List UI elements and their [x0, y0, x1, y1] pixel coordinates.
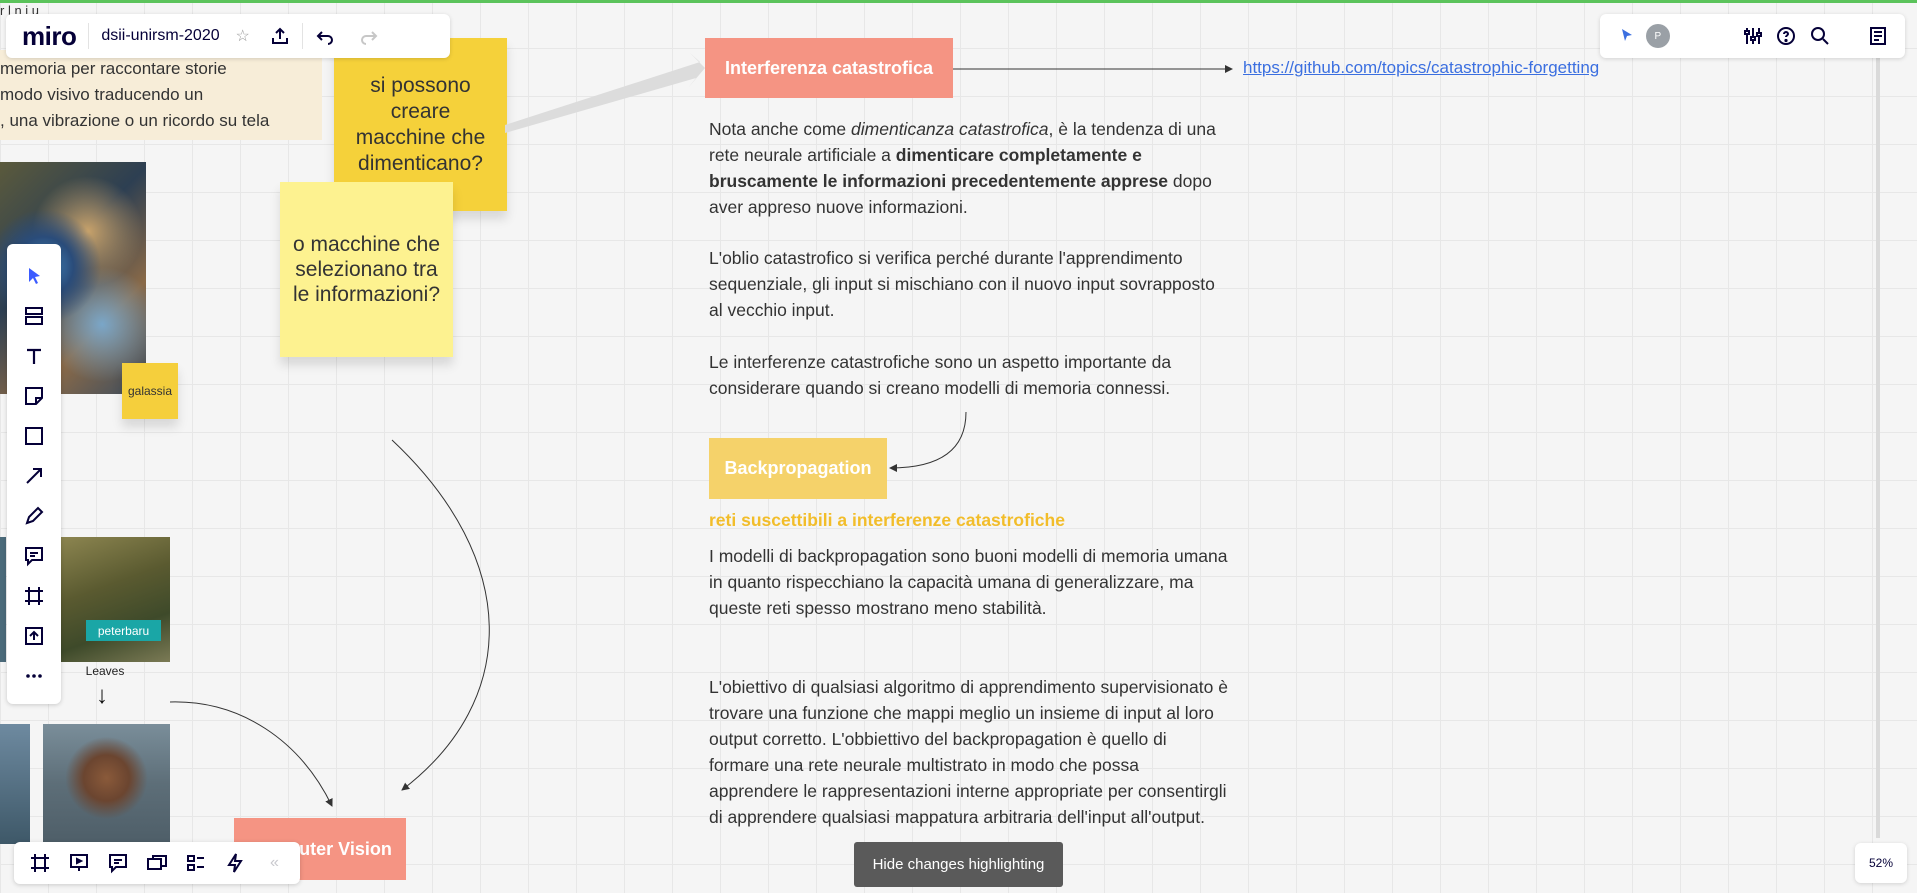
curve-to-cv-2	[169, 701, 333, 807]
text-tool-icon[interactable]	[14, 336, 54, 376]
github-link[interactable]: https://github.com/topics/catastrophic-f…	[1243, 58, 1599, 78]
paragraph-backprop-goal[interactable]: L'obiettivo di qualsiasi algoritmo di ap…	[709, 674, 1229, 830]
connector-arrow-icon[interactable]	[14, 456, 54, 496]
search-icon[interactable]	[1805, 14, 1835, 58]
vertical-scrollbar[interactable]	[1876, 58, 1880, 838]
big-arrow-to-title	[505, 53, 705, 133]
top-right-toolbar: P	[1600, 14, 1905, 58]
paragraph-oblio[interactable]: L'oblio catastrofico si verifica perché …	[709, 245, 1229, 323]
curve-to-backprop	[889, 411, 967, 472]
pen-icon[interactable]	[14, 496, 54, 536]
hide-changes-button[interactable]: Hide changes highlighting	[854, 842, 1063, 887]
star-icon[interactable]: ☆	[228, 14, 258, 58]
board-name[interactable]: dsii-unirsm-2020	[89, 27, 227, 45]
help-icon[interactable]	[1771, 14, 1801, 58]
notes-panel-icon[interactable]	[1863, 14, 1893, 58]
top-left-toolbar: miro dsii-unirsm-2020 ☆	[6, 14, 450, 58]
select-cursor-icon[interactable]	[14, 256, 54, 296]
paragraph-definition[interactable]: Nota anche come dimenticanza catastrofic…	[709, 116, 1229, 220]
frame-tool-icon[interactable]	[14, 576, 54, 616]
redo-icon[interactable]	[347, 14, 391, 58]
shape-tool-icon[interactable]	[14, 416, 54, 456]
paragraph-backprop-models[interactable]: I modelli di backpropagation sono buoni …	[709, 543, 1229, 621]
screen-share-icon[interactable]	[137, 843, 176, 883]
more-tools-icon[interactable]	[14, 656, 54, 696]
p1-text-a: Nota anche come	[709, 119, 852, 139]
left-tools-toolbar	[7, 244, 61, 704]
title-backpropagation[interactable]: Backpropagation	[709, 438, 887, 499]
zoom-level[interactable]: 52%	[1855, 843, 1907, 883]
presentation-icon[interactable]	[59, 843, 98, 883]
card-list-icon[interactable]	[177, 843, 216, 883]
cursor-follow-icon[interactable]	[1612, 14, 1642, 58]
avatar[interactable]: P	[1645, 24, 1670, 48]
sticky-note-icon[interactable]	[14, 376, 54, 416]
templates-icon[interactable]	[14, 296, 54, 336]
settings-sliders-icon[interactable]	[1738, 14, 1768, 58]
bottom-toolbar: «	[14, 842, 300, 884]
comment-icon[interactable]	[14, 536, 54, 576]
subheading-reti[interactable]: reti suscettibili a interferenze catastr…	[709, 510, 1065, 531]
frames-icon[interactable]	[20, 843, 59, 883]
lightning-icon[interactable]	[216, 843, 255, 883]
export-icon[interactable]	[258, 14, 302, 58]
p1-emphasis: dimenticanza catastrofica	[851, 119, 1049, 139]
title-interferenza-catastrofica[interactable]: Interferenza catastrofica	[705, 38, 953, 98]
upload-icon[interactable]	[14, 616, 54, 656]
collapse-toolbar-icon[interactable]: «	[255, 843, 294, 883]
curve-to-cv-1	[391, 439, 490, 791]
miro-logo[interactable]: miro	[6, 21, 88, 52]
comments-panel-icon[interactable]	[98, 843, 137, 883]
paragraph-interferenze[interactable]: Le interferenze catastrofiche sono un as…	[709, 349, 1229, 401]
undo-icon[interactable]	[303, 14, 347, 58]
